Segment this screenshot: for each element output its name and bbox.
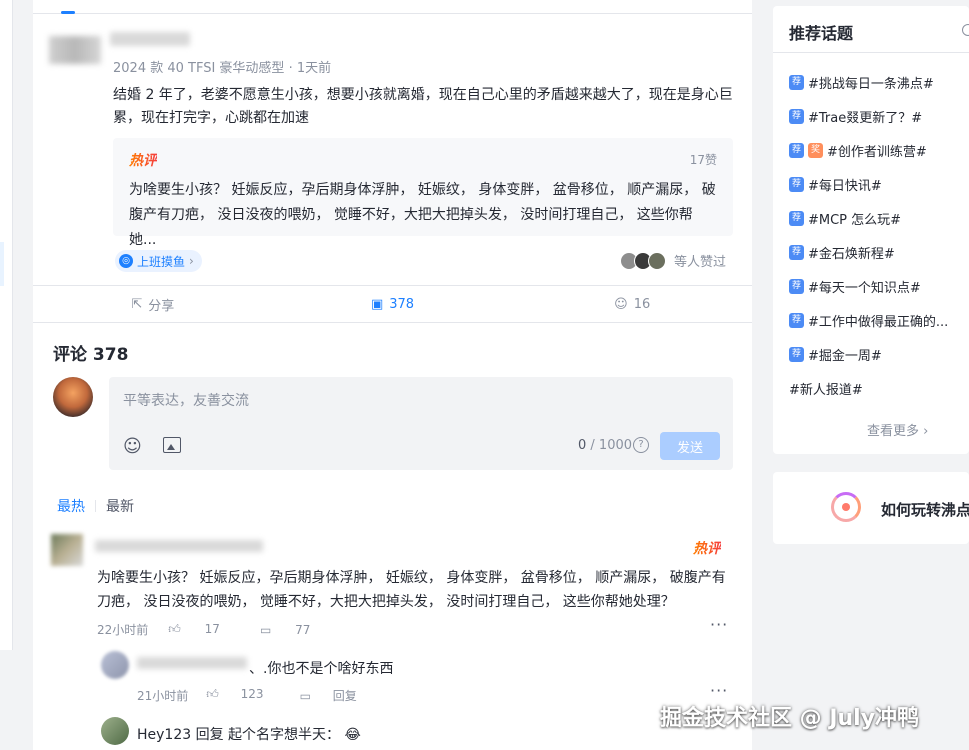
likers-summary[interactable]: 等人赞过 bbox=[620, 251, 726, 270]
char-counter: 0 / 1000 bbox=[578, 438, 633, 453]
comment-avatar[interactable] bbox=[51, 534, 83, 566]
comment-sort: 最热 最新 bbox=[57, 496, 134, 516]
active-tab-indicator bbox=[61, 11, 75, 14]
topic-item[interactable]: 荐 #每天一个知识点# bbox=[789, 277, 921, 296]
hot-comment-preview[interactable]: 热评 17赞 为啥要生小孩？ 妊娠反应，孕后期身体浮肿， 妊娠纹， 身体变胖， … bbox=[113, 138, 733, 248]
post-content: 结婚 2 年了，老婆不愿意生小孩，想要小孩就离婚，现在自己心里的矛盾越来越大了，… bbox=[113, 87, 733, 126]
like-count: 16 bbox=[633, 296, 651, 312]
likers-text: 等人赞过 bbox=[674, 255, 727, 270]
reply-icon: ▭ bbox=[259, 622, 272, 637]
hot-comment-badge: 热评 bbox=[129, 150, 157, 170]
chevron-right-icon: › bbox=[189, 254, 194, 268]
recommend-badge: 荐 bbox=[789, 177, 804, 192]
reply-like-button[interactable]: 👍︎ 123 bbox=[206, 687, 281, 704]
prize-badge: 奖 bbox=[808, 143, 823, 158]
topic-tag[interactable]: ◎ 上班摸鱼 › bbox=[115, 250, 202, 272]
refresh-icon[interactable] bbox=[962, 24, 969, 36]
topic-tag-label: 上班摸鱼 bbox=[137, 254, 186, 269]
comment-hot-badge: 热评 bbox=[693, 538, 721, 558]
topic-item[interactable]: 荐 #挑战每日一条沸点# bbox=[789, 73, 934, 92]
comment-time: 22小时前 bbox=[97, 623, 149, 637]
share-icon: ⇱ bbox=[131, 296, 143, 312]
sort-divider bbox=[95, 500, 96, 512]
topic-item[interactable]: 荐奖 #创作者训练营# bbox=[789, 141, 927, 160]
reply-time: 21小时前 bbox=[137, 689, 189, 703]
like-button[interactable]: ☺ 16 bbox=[512, 286, 752, 322]
image-upload-icon[interactable] bbox=[163, 437, 181, 453]
pins-logo-icon bbox=[831, 492, 861, 522]
recommend-badge: 荐 bbox=[789, 245, 804, 260]
comment-text: 为啥要生小孩？ 妊娠反应，孕后期身体浮肿， 妊娠纹， 身体变胖， 盆骨移位， 顺… bbox=[97, 570, 726, 610]
topic-item[interactable]: 荐 #掘金一周# bbox=[789, 345, 882, 364]
reply-text: 、.你也不是个啥好东西 bbox=[249, 661, 394, 677]
reply-avatar[interactable] bbox=[101, 651, 129, 679]
emoji-icon[interactable]: ☺ bbox=[123, 436, 142, 457]
main-panel: 2024 款 40 TFSI 豪华动感型 · 1天前 结婚 2 年了，老婆不愿意… bbox=[33, 0, 752, 750]
author-avatar[interactable] bbox=[49, 36, 101, 64]
sort-hot-tab[interactable]: 最热 bbox=[57, 496, 85, 516]
topic-item[interactable]: 荐 #金石焕新程# bbox=[789, 243, 895, 262]
reply-icon: ▭ bbox=[299, 689, 311, 703]
share-button[interactable]: ⇱ 分享 bbox=[33, 286, 273, 322]
post-action-bar: ⇱ 分享 ▣ 378 ☺ 16 bbox=[33, 285, 752, 323]
laughing-emoji-icon: 😂 bbox=[344, 727, 361, 743]
comment-author-blurred[interactable] bbox=[95, 540, 263, 552]
hot-comment-likes: 17赞 bbox=[689, 153, 717, 167]
like-icon: ☺ bbox=[614, 296, 628, 312]
reply-reply-button[interactable]: ▭ 回复 bbox=[300, 687, 375, 704]
recommend-badge: 荐 bbox=[789, 75, 804, 90]
guide-card[interactable]: 如何玩转沸点 bbox=[773, 472, 969, 544]
author-name-blurred[interactable] bbox=[110, 32, 190, 46]
comment-more-icon[interactable]: ··· bbox=[710, 615, 728, 634]
top-tab-strip bbox=[33, 0, 752, 14]
comment-reply-button[interactable]: ▭ 77 bbox=[260, 623, 330, 637]
sub-replies: 、.你也不是个啥好东西 21小时前 👍︎ 123 ▭ 回复 ··· Hey123… bbox=[97, 645, 737, 750]
recommend-badge: 荐 bbox=[789, 279, 804, 294]
guide-text: 如何玩转沸点 bbox=[881, 501, 969, 519]
reply-more-icon[interactable]: ··· bbox=[710, 681, 728, 700]
reply-avatar[interactable] bbox=[101, 717, 129, 745]
topic-item[interactable]: 荐 #MCP 怎么玩# bbox=[789, 209, 901, 228]
comment-input-placeholder: 平等表达，友善交流 bbox=[123, 393, 249, 409]
hot-comment-text: 为啥要生小孩？ 妊娠反应，孕后期身体浮肿， 妊娠纹， 身体变胖， 盆骨移位， 顺… bbox=[129, 182, 716, 248]
comment-count: 378 bbox=[389, 296, 415, 312]
see-more-link[interactable]: 查看更多 › bbox=[867, 420, 928, 439]
comment-icon: ▣ bbox=[370, 296, 384, 312]
recommend-badge: 荐 bbox=[789, 347, 804, 362]
send-button[interactable]: 发送 bbox=[660, 432, 720, 460]
comment-footer: 22小时前 👍︎ 17 ▭ 77 bbox=[97, 621, 350, 638]
topic-item[interactable]: 荐 #Trae叕更新了？# bbox=[789, 107, 922, 126]
watermark: 掘金技术社区 @ July冲鸭 bbox=[660, 706, 920, 731]
recommended-topics-card: 推荐话题 荐 #挑战每日一条沸点# 荐 #Trae叕更新了？# 荐奖 #创作者训练营#… bbox=[773, 6, 969, 454]
share-label: 分享 bbox=[148, 298, 175, 314]
thumb-up-icon: 👍︎ bbox=[168, 622, 181, 636]
left-nav-active-mark bbox=[0, 242, 4, 286]
topic-item[interactable]: 荐 #每日快讯# bbox=[789, 175, 882, 194]
help-icon[interactable]: ? bbox=[633, 437, 649, 453]
card-divider bbox=[773, 52, 969, 53]
recommend-badge: 荐 bbox=[789, 313, 804, 328]
reply-footer: 21小时前 👍︎ 123 ▭ 回复 bbox=[137, 687, 393, 704]
recommend-badge: 荐 bbox=[789, 109, 804, 124]
recommend-badge: 荐 bbox=[789, 143, 804, 158]
recommended-topics-title: 推荐话题 bbox=[789, 24, 854, 43]
liker-avatar bbox=[648, 251, 666, 270]
reply-author-blurred[interactable] bbox=[137, 657, 247, 669]
topic-item[interactable]: 荐 #工作中做得最正确的... bbox=[789, 311, 948, 330]
reply-text: Hey123 回复 起个名字想半天： 😂 bbox=[137, 727, 361, 743]
left-rail bbox=[0, 0, 13, 750]
left-nav-edge bbox=[0, 0, 13, 650]
recommend-badge: 荐 bbox=[789, 211, 804, 226]
comment-like-button[interactable]: 👍︎ 17 bbox=[168, 622, 240, 637]
current-user-avatar bbox=[53, 377, 93, 417]
post-meta: 2024 款 40 TFSI 豪华动感型 · 1天前 bbox=[113, 61, 332, 76]
topic-item[interactable]: #新人报道# bbox=[789, 379, 863, 398]
thumb-up-icon: 👍︎ bbox=[206, 687, 219, 701]
sort-new-tab[interactable]: 最新 bbox=[106, 496, 134, 516]
topic-tag-icon: ◎ bbox=[119, 254, 133, 268]
comment-button[interactable]: ▣ 378 bbox=[273, 286, 513, 322]
comments-title: 评论 378 bbox=[53, 345, 129, 365]
comment-input-box[interactable]: 平等表达，友善交流 ☺ 0 / 1000 ? 发送 bbox=[109, 377, 733, 470]
